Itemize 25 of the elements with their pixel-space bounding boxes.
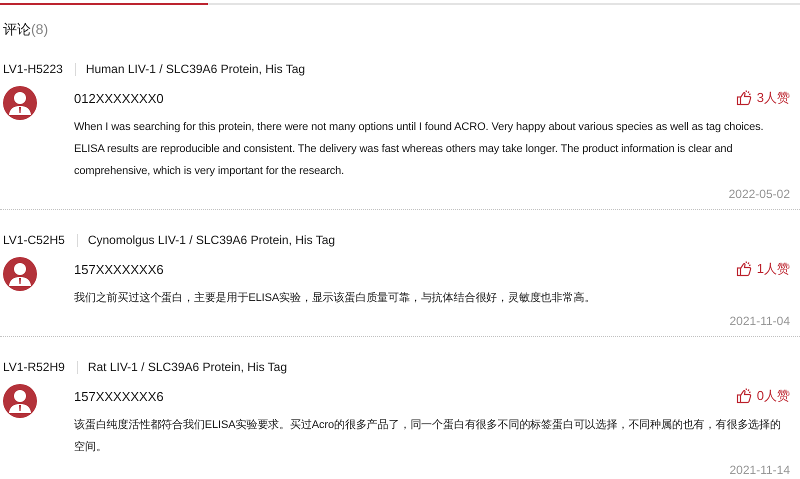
user-name: 012XXXXXXX0 xyxy=(74,90,164,106)
user-name: 157XXXXXXX6 xyxy=(74,262,164,276)
product-name: Human LIV-1 / SLC39A6 Protein, His Tag xyxy=(86,62,306,76)
review-date: 2021-11-04 xyxy=(728,313,790,330)
like-button[interactable]: 3人赞 xyxy=(736,89,790,107)
review-text: When I was searching for this protein, there were not many options until I found ACRO. Very happy about various species as well as tag choices. ELISA results are reproducible and consistent. The delivery was fast whereas others may take longer. The product information is clear and comprehensive, which is very important for the research. xyxy=(74,120,764,179)
product-code: LV1-R52H9 xyxy=(3,360,65,374)
thumbs-up-icon xyxy=(736,388,752,404)
comments-heading: 评论(8) xyxy=(3,20,48,39)
avatar-icon xyxy=(3,257,37,291)
review-text: 我们之前买过这个蛋白，主要是用于ELISA实验，显示该蛋白质量可靠，与抗体结合很好，灵敏度也非常高。 xyxy=(74,290,596,306)
thumbs-up-icon xyxy=(736,261,752,277)
thumbs-up-icon xyxy=(736,90,752,106)
like-button[interactable]: 0人赞 xyxy=(736,387,790,405)
review-text: 该蛋白纯度活性都符合我们ELISA实验要求。买过Acro的很多产品了，同一个蛋白有很多不同的标签蛋白可以选择，不同种属的也有，有很多选择的空间。 xyxy=(74,418,782,455)
product-code: LV1-H5223 xyxy=(3,62,63,76)
review-date: 2021-11-14 xyxy=(728,462,790,479)
product-name: Cynomolgus LIV-1 / SLC39A6 Protein, His Tag xyxy=(88,233,336,247)
avatar-icon xyxy=(3,384,37,418)
avatar-icon xyxy=(3,86,37,120)
user-name: 157XXXXXXX6 xyxy=(74,388,164,404)
review-date: 2022-05-02 xyxy=(728,186,790,203)
product-code: LV1-C52H5 xyxy=(3,233,65,247)
product-name: Rat LIV-1 / SLC39A6 Protein, His Tag xyxy=(88,360,288,374)
like-button[interactable]: 1人赞 xyxy=(736,260,790,278)
